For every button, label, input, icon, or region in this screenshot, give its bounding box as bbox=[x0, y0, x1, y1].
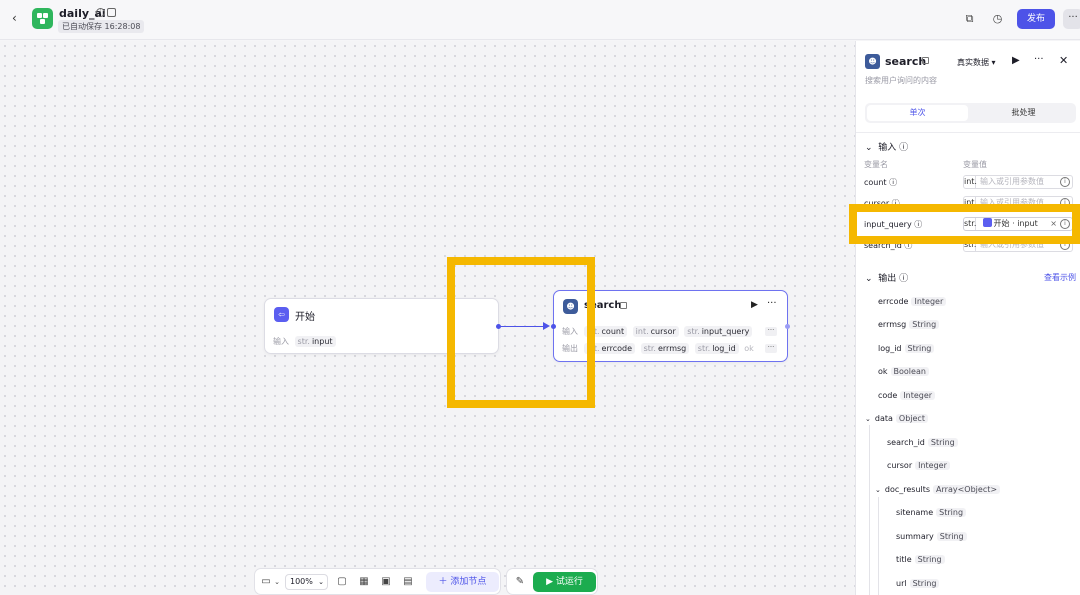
debug-icon[interactable]: ✎ bbox=[514, 576, 526, 588]
run-node-icon[interactable]: ▶ bbox=[751, 300, 758, 310]
tab-batch[interactable]: 批处理 bbox=[973, 105, 1074, 121]
publish-button[interactable]: 发布 bbox=[1017, 9, 1055, 29]
search-plugin-icon: ☻ bbox=[865, 54, 880, 69]
history-icon[interactable]: ◷ bbox=[991, 12, 1004, 25]
output-row: sitename String bbox=[896, 508, 967, 517]
start-node-title: 开始 bbox=[295, 312, 315, 323]
view-example-link[interactable]: 查看示例 bbox=[1044, 272, 1076, 283]
tree-line bbox=[869, 425, 870, 595]
divider bbox=[856, 132, 1080, 133]
output-row: code Integer bbox=[878, 391, 936, 400]
highlight-box bbox=[447, 257, 595, 408]
input-label: 输入 bbox=[273, 337, 289, 346]
outputs-more-icon[interactable]: ··· bbox=[765, 344, 777, 353]
run-mode-tabs: 单次 批处理 bbox=[865, 103, 1076, 123]
layout-icon[interactable]: ▦ bbox=[358, 576, 370, 588]
search-output-port[interactable] bbox=[785, 324, 790, 329]
edit-icon[interactable] bbox=[107, 8, 116, 17]
node-more-icon[interactable]: ··· bbox=[767, 298, 777, 309]
chevron-down-icon: ⌄ bbox=[875, 486, 881, 494]
test-run-button[interactable]: ▶ 试运行 bbox=[533, 572, 596, 592]
comment-icon[interactable]: ▢ bbox=[336, 576, 348, 588]
output-row: errmsg String bbox=[878, 320, 940, 329]
inputs-more-icon[interactable]: ··· bbox=[765, 327, 777, 336]
run-icon[interactable]: ▶ bbox=[1012, 55, 1020, 66]
back-icon[interactable]: ‹ bbox=[12, 11, 26, 25]
output-row: log_id String bbox=[878, 344, 935, 353]
chevron-down-icon[interactable]: ⌄ bbox=[271, 576, 283, 588]
panel-subtitle: 搜索用户询问的内容 bbox=[865, 76, 937, 85]
output-row: summary String bbox=[896, 532, 967, 541]
output-row-expandable[interactable]: ⌄ data Object bbox=[865, 414, 928, 423]
run-toolbar: ✎ ▶ 试运行 bbox=[506, 568, 598, 595]
save-status: 已自动保存 16:28:08 bbox=[58, 20, 145, 33]
start-node-icon: ⇦ bbox=[274, 307, 289, 322]
output-row-expandable[interactable]: ⌄ doc_results Array<Object> bbox=[875, 485, 1001, 494]
app-icon bbox=[32, 8, 53, 29]
outputs-section-title[interactable]: ⌄ 输出 ⓘ bbox=[865, 271, 908, 284]
variable-chip: str. input_query bbox=[684, 326, 753, 337]
variable-chip: str. input bbox=[294, 336, 336, 347]
data-mode-select[interactable]: 真实数据 ▾ bbox=[957, 57, 996, 68]
highlight-box bbox=[849, 204, 1080, 244]
variable-chip: str. log_id bbox=[694, 343, 739, 354]
column-value-header: 变量值 bbox=[963, 160, 987, 169]
output-row: search_id String bbox=[887, 438, 958, 447]
input-name-count: count ⓘ bbox=[864, 178, 898, 187]
panel-title: search bbox=[885, 55, 927, 68]
canvas-toolbar: ▭ ⌄ 100% ⌄ ▢ ▦ ▣ ▤ ＋ 添加节点 bbox=[254, 568, 501, 595]
output-row: url String bbox=[896, 579, 940, 588]
output-row: cursor Integer bbox=[887, 461, 950, 470]
chevron-down-icon: ⌄ bbox=[865, 415, 871, 423]
tab-single[interactable]: 单次 bbox=[867, 105, 968, 121]
add-node-button[interactable]: ＋ 添加节点 bbox=[426, 572, 499, 592]
plugin-icon bbox=[922, 57, 929, 64]
column-name-header: 变量名 bbox=[864, 160, 888, 169]
variable-chip: int. cursor bbox=[632, 326, 679, 337]
image-icon[interactable]: ▣ bbox=[380, 576, 392, 588]
input-field-count[interactable]: int. 输入或引用参数值 i bbox=[963, 175, 1073, 189]
node-config-panel: ☻ search 真实数据 ▾ ▶ ··· ✕ 搜索用户询问的内容 单次 批处理… bbox=[855, 41, 1080, 595]
info-icon[interactable]: i bbox=[96, 8, 105, 17]
plugin-icon bbox=[620, 302, 627, 309]
inputs-section-title[interactable]: ⌄ 输入 ⓘ bbox=[865, 140, 908, 153]
export-icon[interactable]: ▤ bbox=[402, 576, 414, 588]
setting-icon: i bbox=[1060, 177, 1070, 187]
zoom-select[interactable]: 100% ⌄ bbox=[285, 574, 328, 590]
start-node-inputs: 输入 str. input bbox=[273, 336, 336, 347]
close-icon[interactable]: ✕ bbox=[1059, 54, 1068, 67]
output-row: title String bbox=[896, 555, 945, 564]
output-row: errcode Integer bbox=[878, 297, 947, 306]
output-row: ok Boolean bbox=[878, 367, 929, 376]
more-icon[interactable]: ··· bbox=[1034, 54, 1044, 65]
more-menu-button[interactable]: ··· bbox=[1063, 9, 1080, 29]
top-bar: ‹ daily_ai i 已自动保存 16:28:08 ⧉ ◷ 发布 ··· bbox=[0, 0, 1080, 40]
copy-icon[interactable]: ⧉ bbox=[963, 12, 976, 25]
tree-line bbox=[878, 497, 879, 595]
variable-chip: str. errmsg bbox=[640, 343, 690, 354]
